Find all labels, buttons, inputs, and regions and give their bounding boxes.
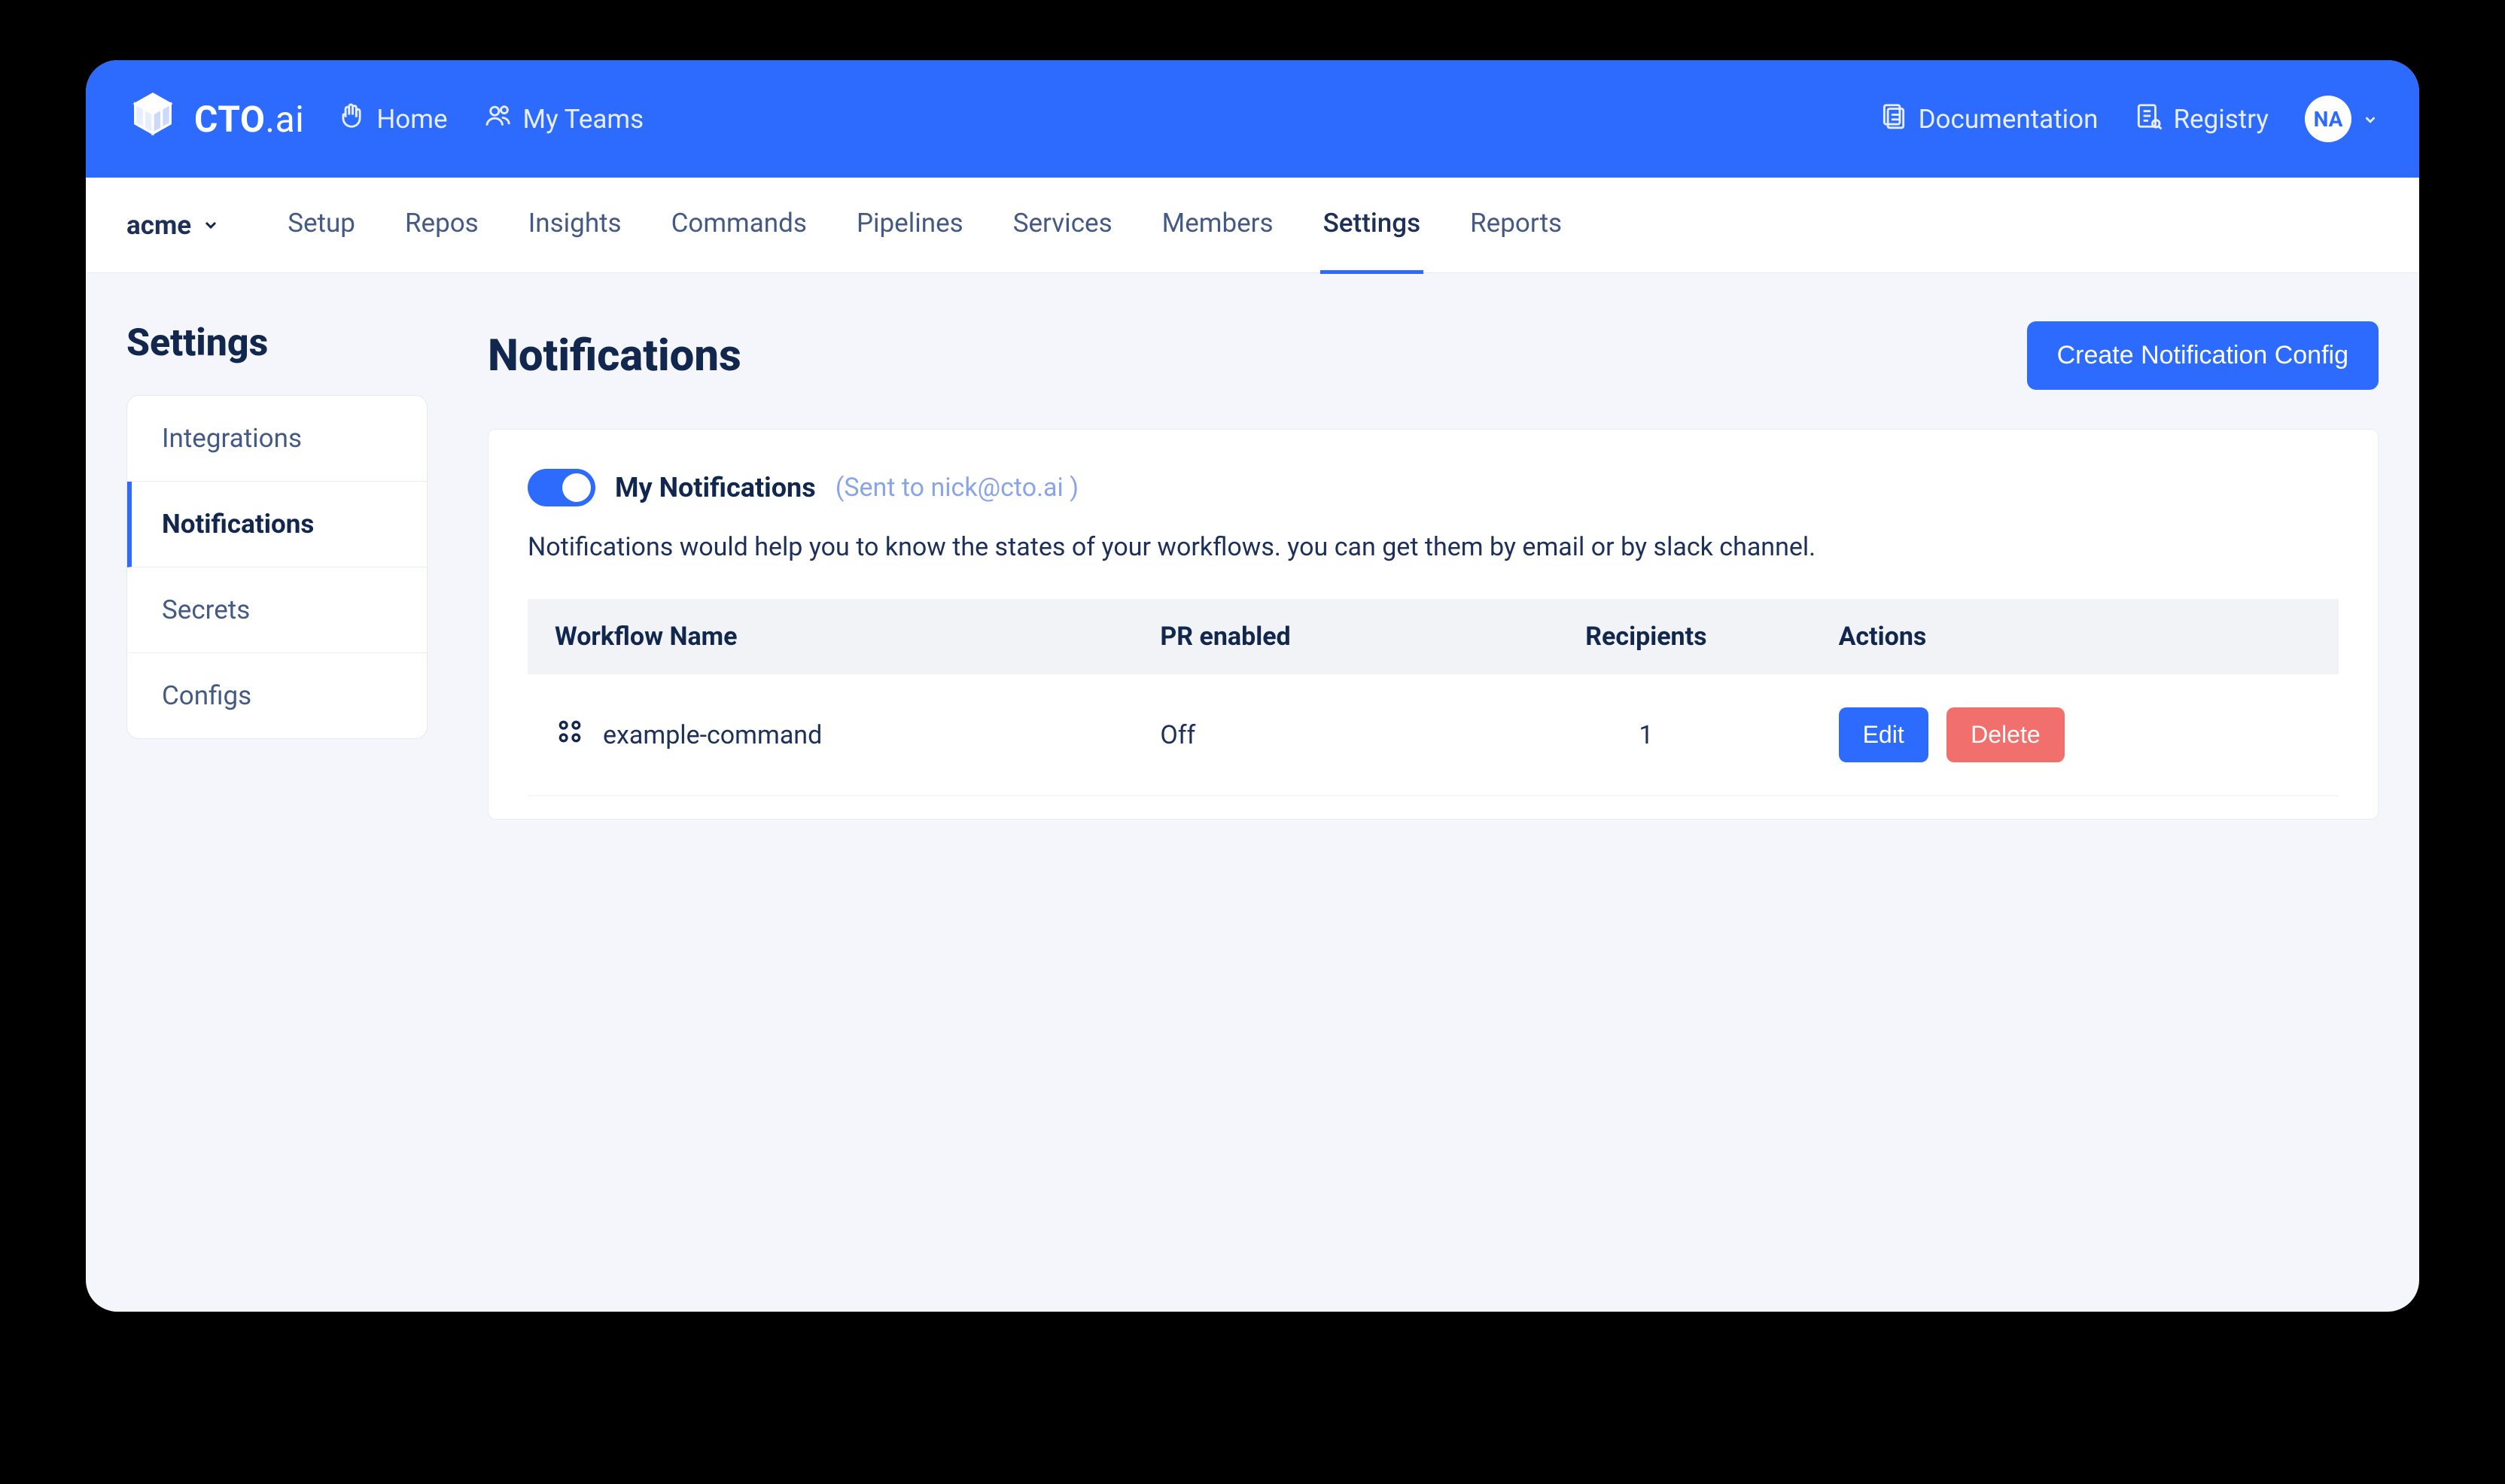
tab-services[interactable]: Services: [1010, 176, 1116, 274]
notifications-panel: My Notifications (Sent to nick@cto.ai ) …: [488, 429, 2379, 820]
nav-documentation-label: Documentation: [1919, 104, 2099, 135]
nav-my-teams-label: My Teams: [523, 104, 644, 135]
tab-commands[interactable]: Commands: [668, 176, 810, 274]
create-notification-config-button[interactable]: Create Notification Config: [2027, 321, 2379, 390]
users-icon: [484, 102, 513, 137]
app-window: CTO.ai Home M: [86, 60, 2419, 1312]
col-actions: Actions: [1812, 599, 2339, 674]
topnav-right: Documentation Registry NA: [1880, 96, 2379, 142]
col-workflow-name: Workflow Name: [528, 599, 1133, 674]
cube-logo-icon: [126, 90, 179, 149]
subnav-wrap: acme Setup Repos Insights Commands Pipel…: [86, 178, 2419, 273]
avatar-initials: NA: [2314, 107, 2343, 132]
sidebar-item-secrets[interactable]: Secrets: [127, 567, 427, 653]
tab-members[interactable]: Members: [1159, 176, 1277, 274]
my-notifications-recipient: (Sent to nick@cto.ai ): [836, 473, 1079, 503]
tab-pipelines[interactable]: Pipelines: [854, 176, 966, 274]
topnav: Home My Teams: [337, 102, 644, 137]
registry-icon: [2134, 102, 2163, 137]
recipients-value: 1: [1481, 674, 1811, 796]
chevron-down-icon: [202, 210, 220, 241]
my-notifications-toggle[interactable]: [528, 469, 595, 506]
sidebar-title: Settings: [126, 321, 428, 365]
brand-text: CTO.ai: [194, 98, 304, 141]
pr-enabled-value: Off: [1133, 674, 1481, 796]
delete-button[interactable]: Delete: [1946, 707, 2065, 762]
tab-setup[interactable]: Setup: [285, 176, 358, 274]
chevron-down-icon: [2362, 104, 2379, 135]
documentation-icon: [1880, 102, 1908, 137]
nav-registry-label: Registry: [2173, 104, 2269, 135]
settings-sidebar: Settings Integrations Notifications Secr…: [126, 321, 428, 1221]
tab-repos[interactable]: Repos: [402, 176, 482, 274]
command-grid-icon: [555, 716, 585, 753]
page-body: Settings Integrations Notifications Secr…: [86, 273, 2419, 1312]
sidebar-item-integrations[interactable]: Integrations: [127, 396, 427, 482]
avatar: NA: [2305, 96, 2351, 142]
nav-home-label: Home: [376, 104, 447, 135]
toggle-knob: [562, 473, 591, 502]
page-title: Notifications: [488, 330, 741, 382]
workflows-table: Workflow Name PR enabled Recipients Acti…: [528, 599, 2339, 796]
sidebar-item-notifications[interactable]: Notifications: [127, 482, 427, 567]
my-notifications-label: My Notifications: [615, 472, 816, 503]
main-content: Notifications Create Notification Config…: [488, 321, 2379, 1221]
topbar: CTO.ai Home M: [86, 60, 2419, 178]
nav-home[interactable]: Home: [337, 102, 447, 137]
workflow-name-cell: example-command: [555, 716, 1106, 753]
tab-settings[interactable]: Settings: [1320, 176, 1424, 274]
nav-my-teams[interactable]: My Teams: [484, 102, 644, 137]
tab-insights[interactable]: Insights: [525, 176, 625, 274]
edit-button[interactable]: Edit: [1839, 707, 1928, 762]
col-recipients: Recipients: [1481, 599, 1811, 674]
col-pr-enabled: PR enabled: [1133, 599, 1481, 674]
nav-registry[interactable]: Registry: [2134, 102, 2269, 137]
team-name: acme: [126, 210, 191, 241]
brand-logo-block[interactable]: CTO.ai: [126, 90, 304, 149]
tab-reports[interactable]: Reports: [1467, 176, 1565, 274]
workflow-name: example-command: [603, 720, 822, 750]
main-header: Notifications Create Notification Config: [488, 321, 2379, 390]
notifications-description: Notifications would help you to know the…: [528, 529, 2339, 566]
subnav: acme Setup Repos Insights Commands Pipel…: [86, 178, 2419, 272]
nav-documentation[interactable]: Documentation: [1880, 102, 2099, 137]
team-selector[interactable]: acme: [126, 210, 220, 241]
user-menu[interactable]: NA: [2305, 96, 2379, 142]
my-notifications-row: My Notifications (Sent to nick@cto.ai ): [528, 469, 2339, 506]
hand-wave-icon: [337, 102, 366, 137]
table-row: example-command Off 1 Edit Delete: [528, 674, 2339, 796]
sidebar-item-configs[interactable]: Configs: [127, 653, 427, 738]
sidebar-menu: Integrations Notifications Secrets Confi…: [126, 395, 428, 739]
